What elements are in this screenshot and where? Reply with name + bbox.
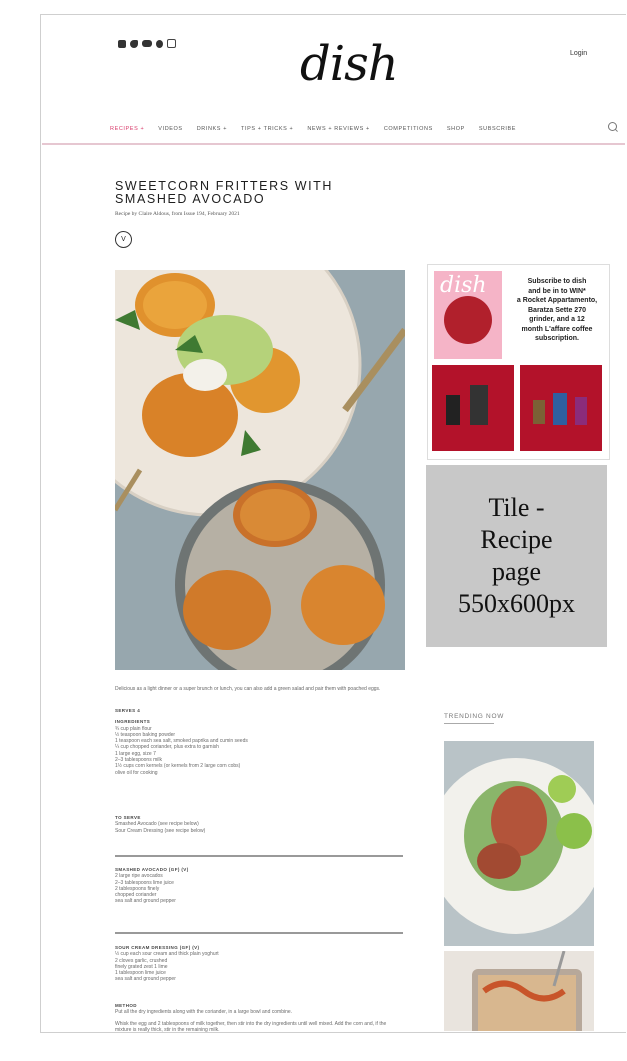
tile-line: Recipe: [480, 525, 553, 554]
pinterest-icon[interactable]: [156, 39, 163, 48]
search-icon[interactable]: [608, 122, 617, 131]
nav-item-competitions[interactable]: COMPETITIONS: [384, 126, 433, 132]
site-logo[interactable]: dish: [300, 40, 399, 88]
method-section: METHOD Put all the dry ingredients along…: [115, 1003, 401, 1033]
avocado-section: SMASHED AVOCADO (GF) (V) 2 large ripe av…: [115, 867, 401, 905]
ad-text-line: and be in to WIN*: [528, 287, 586, 295]
dressing-section: SOUR CREAM DRESSING (GF) (V) ½ cup each …: [115, 945, 401, 983]
nav-item-shop[interactable]: SHOP: [447, 126, 465, 132]
nav-item-subscribe[interactable]: SUBSCRIBE: [479, 126, 516, 132]
twitter-icon[interactable]: [130, 39, 138, 48]
nav-item-news-reviews[interactable]: NEWS + REVIEWS +: [307, 126, 369, 132]
recipe-hero-image: [115, 270, 405, 670]
ad-cover-logo: dish: [440, 273, 487, 298]
to-serve-section: TO SERVE Smashed Avocado (see recipe bel…: [115, 815, 401, 834]
recipe-title: SWEETCORN FRITTERS WITH SMASHED AVOCADO: [115, 179, 334, 206]
ad-text-line: subscription.: [535, 335, 579, 342]
tile-line: Tile -: [488, 493, 545, 522]
tile-line: page: [491, 557, 542, 586]
ad-text-line: a Rocket Appartamento,: [516, 297, 598, 304]
trending-item-image[interactable]: [444, 741, 594, 946]
trending-heading: TRENDING NOW: [444, 713, 505, 720]
trending-divider: [444, 723, 494, 724]
social-links: [118, 39, 176, 48]
ad-text-line: month L'affare coffee: [521, 325, 593, 333]
ad-text-line: Subscribe to dish: [527, 278, 587, 285]
section-divider: [115, 855, 403, 857]
youtube-icon[interactable]: [142, 40, 152, 47]
nav-item-tips-tricks[interactable]: TIPS + TRICKS +: [241, 126, 293, 132]
vegetarian-badge: V: [115, 231, 132, 248]
nav-divider: [42, 143, 625, 145]
section-divider: [115, 932, 403, 934]
method-step: Whisk the egg and 2 tablespoons of milk …: [115, 1020, 387, 1033]
to-serve-item: Sour Cream Dressing (see recipe below): [115, 827, 206, 834]
ingredient-item: olive oil for cooking: [115, 769, 158, 776]
avocado-item: sea salt and ground pepper: [115, 898, 176, 905]
tile-line: 550x600px: [458, 589, 575, 618]
ad-tile-placeholder: Tile - Recipe page 550x600px: [426, 465, 607, 647]
facebook-icon[interactable]: [118, 39, 126, 48]
recipe-intro: Delicious as a light dinner or a super b…: [115, 686, 381, 692]
recipe-byline: Recipe by Claire Aldous, from Issue 194,…: [115, 211, 240, 217]
instagram-icon[interactable]: [167, 39, 176, 48]
main-nav: RECIPES + VIDEOS DRINKS + TIPS + TRICKS …: [110, 126, 516, 132]
ad-text-line: Baratza Sette 270: [528, 306, 586, 314]
nav-item-recipes[interactable]: RECIPES +: [110, 126, 144, 132]
trending-item-image[interactable]: [444, 951, 594, 1031]
nav-item-drinks[interactable]: DRINKS +: [197, 126, 227, 132]
dressing-item: sea salt and ground pepper: [115, 976, 176, 983]
ingredients-section: SERVES 4 INGREDIENTS ¾ cup plain flour ½…: [115, 708, 401, 776]
ad-text-line: grinder, and a 12: [529, 316, 585, 323]
ad-text: Subscribe to dish and be in to WIN* a Ro…: [508, 277, 606, 344]
login-link[interactable]: Login: [570, 50, 587, 57]
nav-item-videos[interactable]: VIDEOS: [158, 126, 182, 132]
subscribe-ad[interactable]: dish Subscribe to dish and be in to WIN*…: [427, 264, 610, 460]
